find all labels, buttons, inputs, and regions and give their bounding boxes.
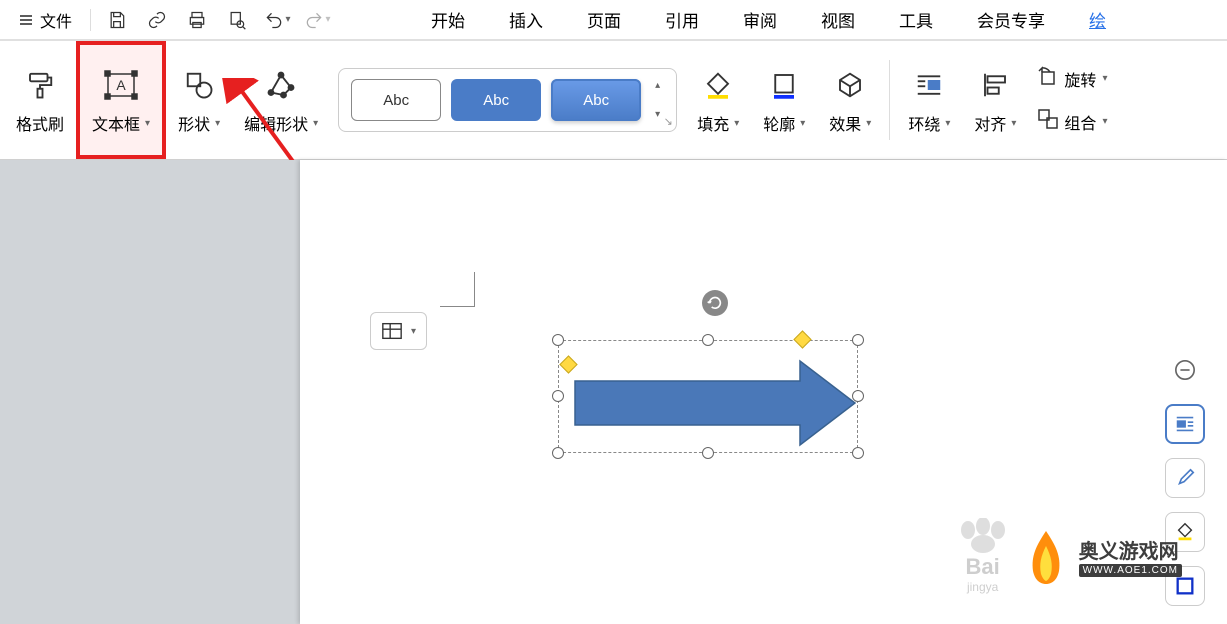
chevron-down-icon: ▾ [215,118,220,129]
resize-handle-w[interactable] [552,390,564,402]
shape-style-1[interactable]: Abc [351,79,441,121]
layout-options-button[interactable]: ▾ [370,312,427,350]
shapes-icon [184,65,214,105]
link-icon[interactable] [139,4,175,36]
chevron-down-icon: ▾ [734,118,739,129]
fill-label: 填充 [697,111,729,135]
outline-icon [769,65,799,105]
format-painter-label: 格式刷 [16,111,64,135]
flame-logo-icon [1021,526,1071,586]
align-label: 对齐 [974,111,1006,135]
tab-start[interactable]: 开始 [409,0,487,40]
wrap-label: 环绕 [908,111,940,135]
file-label: 文件 [40,8,72,32]
zoom-out-button[interactable] [1165,350,1205,390]
separator [889,60,890,140]
chevron-down-icon: ▾ [1011,118,1016,129]
outline-button[interactable]: 轮廓 ▾ [751,41,817,159]
tab-drawing[interactable]: 绘 [1067,0,1106,40]
group-icon [1036,107,1060,136]
tab-insert[interactable]: 插入 [487,0,565,40]
resize-handle-nw[interactable] [552,334,564,346]
rotate-icon [1036,64,1060,93]
print-icon[interactable] [179,4,215,36]
shape-label: 形状 [178,111,210,135]
wrap-option-button[interactable] [1165,404,1205,444]
tab-view[interactable]: 视图 [799,0,877,40]
group-label: 组合 [1064,110,1096,134]
style-brush-button[interactable] [1165,458,1205,498]
outline-label: 轮廓 [763,111,795,135]
document-page[interactable]: ▾ [300,160,1227,624]
resize-handle-s[interactable] [702,447,714,459]
resize-handle-sw[interactable] [552,447,564,459]
page-margin-corner [440,272,475,307]
resize-handle-n[interactable] [702,334,714,346]
edit-shape-label: 编辑形状 [244,111,308,135]
chevron-down-icon: ▾ [286,14,291,25]
rotate-label: 旋转 [1064,67,1096,91]
dialog-launcher-icon[interactable]: ↘ [661,114,675,128]
chevron-down-icon: ▾ [411,326,416,337]
chevron-down-icon: ▾ [1102,116,1107,127]
undo-icon[interactable]: ▾ [259,4,295,36]
wrap-icon [914,65,944,105]
fill-button[interactable]: 填充 ▾ [685,41,751,159]
align-icon [980,65,1010,105]
save-icon[interactable] [99,4,135,36]
ribbon: 格式刷 A 文本框 ▾ 形状 ▾ 编辑形状 ▾ Abc Abc Abc ▴▾ ↘ 填充… [0,40,1227,160]
tab-review[interactable]: 审阅 [721,0,799,40]
layout-grid-icon [381,321,403,341]
baidu-subtext: jingya [967,580,998,594]
tab-reference[interactable]: 引用 [643,0,721,40]
baidu-paw-icon [953,518,1013,554]
resize-handle-e[interactable] [852,390,864,402]
divider [90,9,91,31]
resize-handle-se[interactable] [852,447,864,459]
baidu-text: Bai [966,554,1000,580]
rotate-button[interactable]: 旋转 ▾ [1036,64,1107,93]
watermark: Bai jingya 奥义游戏网 WWW.AOE1.COM [953,518,1182,594]
canvas-area: ▾ [0,160,1227,624]
edit-shape-button[interactable]: 编辑形状 ▾ [232,41,330,159]
align-button[interactable]: 对齐 ▾ [962,41,1028,159]
tab-member[interactable]: 会员专享 [955,0,1067,40]
selected-shape-container [558,340,858,460]
chevron-down-icon: ▾ [145,118,150,129]
chevron-down-icon: ▾ [866,118,871,129]
effect-icon [835,65,865,105]
effect-label: 效果 [829,111,861,135]
chevron-down-icon: ▾ [800,118,805,129]
shape-button[interactable]: 形状 ▾ [166,41,232,159]
file-menu[interactable]: 文件 [8,4,82,36]
fill-icon [703,65,733,105]
shape-style-3[interactable]: Abc [551,79,641,121]
shape-style-2[interactable]: Abc [451,79,541,121]
chevron-down-icon: ▾ [945,118,950,129]
print-preview-icon[interactable] [219,4,255,36]
shape-style-gallery: Abc Abc Abc ▴▾ [338,68,677,132]
text-box-icon: A [104,65,138,105]
text-box-label: 文本框 [92,111,140,135]
redo-icon[interactable]: ▾ [299,4,335,36]
chevron-down-icon: ▾ [1102,73,1107,84]
chevron-down-icon: ▾ [313,118,318,129]
group-button[interactable]: 组合 ▾ [1036,107,1107,136]
resize-handle-ne[interactable] [852,334,864,346]
watermark-site-cn: 奥义游戏网 [1079,535,1182,564]
format-painter-button[interactable]: 格式刷 [4,41,76,159]
edit-points-icon [266,65,296,105]
effect-button[interactable]: 效果 ▾ [817,41,883,159]
right-arrow-shape[interactable] [570,358,860,448]
svg-text:A: A [116,77,126,93]
wrap-button[interactable]: 环绕 ▾ [896,41,962,159]
tab-tools[interactable]: 工具 [877,0,955,40]
text-box-button[interactable]: A 文本框 ▾ [76,41,166,159]
rotate-handle[interactable] [702,290,728,316]
paint-roller-icon [25,65,55,105]
chevron-down-icon: ▾ [326,14,331,25]
tab-page[interactable]: 页面 [565,0,643,40]
watermark-site-en: WWW.AOE1.COM [1079,564,1182,577]
